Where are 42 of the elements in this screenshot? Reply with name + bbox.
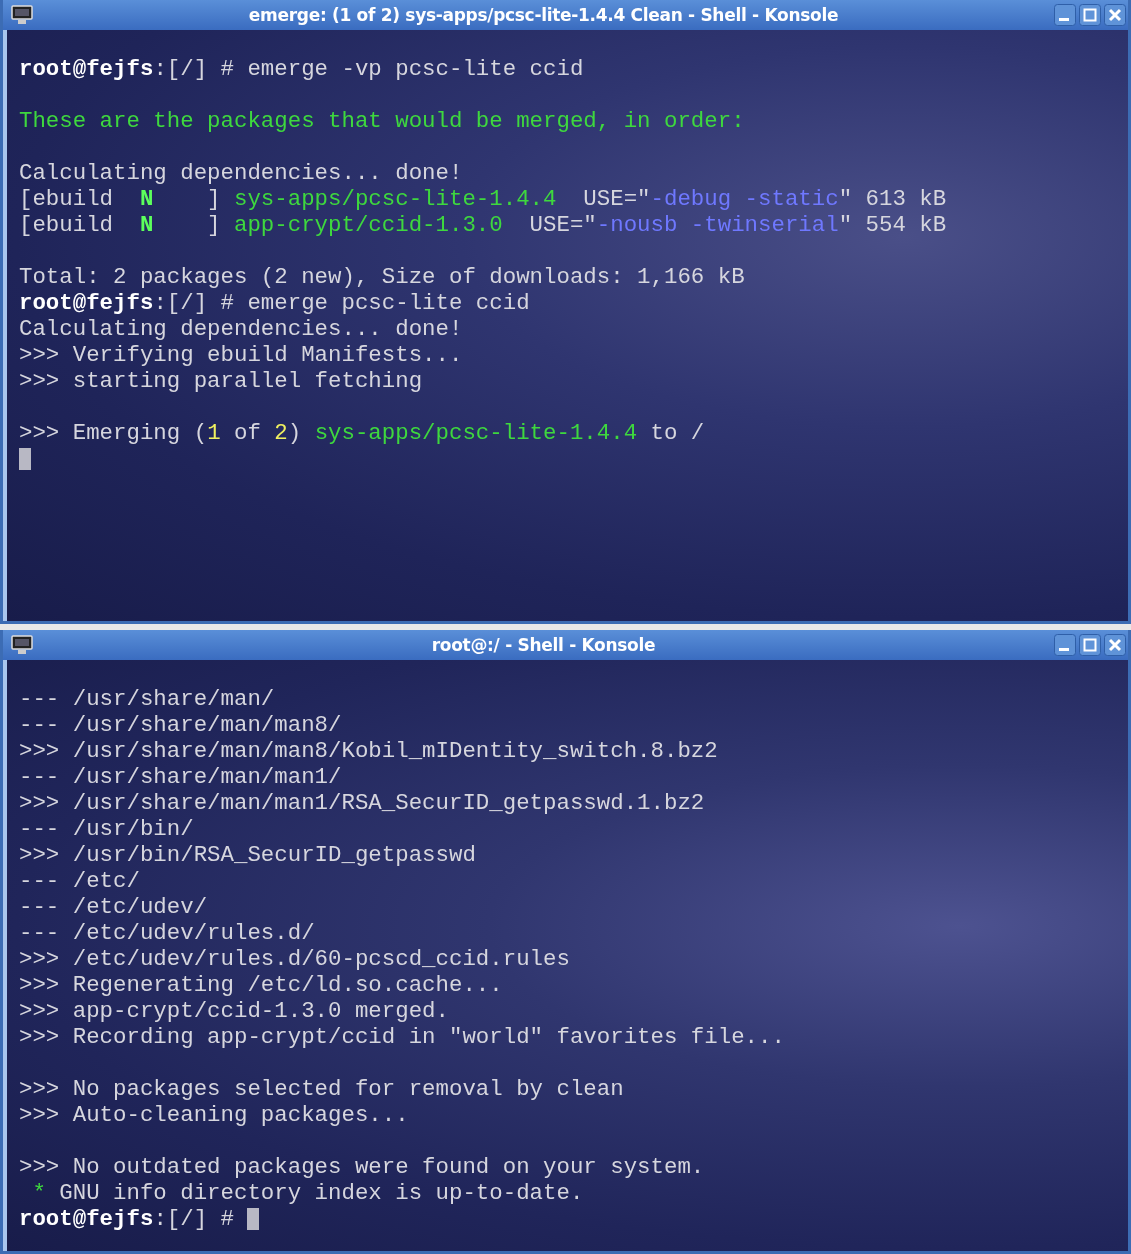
terminal-line: --- /usr/share/man/man8/ [19, 712, 342, 738]
terminal-line: >>> Auto-cleaning packages... [19, 1102, 409, 1128]
terminal-line: >>> /etc/udev/rules.d/60-pcscd_ccid.rules [19, 946, 570, 972]
terminal-line: >>> Emerging (1 of 2) sys-apps/pcsc-lite-1.4.4 to / [19, 420, 705, 446]
maximize-icon[interactable] [1079, 634, 1101, 656]
terminal-line: --- /usr/share/man/man1/ [19, 764, 342, 790]
terminal-line: root@fejfs:[/] # emerge pcsc-lite ccid [19, 290, 530, 316]
terminal-line: --- /usr/bin/ [19, 816, 194, 842]
terminal-line: >>> app-crypt/ccid-1.3.0 merged. [19, 998, 449, 1024]
terminal-line: root@fejfs:[/] # [19, 1206, 234, 1232]
window-title: emerge: (1 of 2) sys-apps/pcsc-lite-1.4.4 Clean - Shell - Konsole [247, 5, 840, 25]
terminal-line: --- /etc/udev/rules.d/ [19, 920, 315, 946]
terminal-line: >>> /usr/bin/RSA_SecurID_getpasswd [19, 842, 476, 868]
terminal-line: --- /usr/share/man/ [19, 686, 275, 712]
minimize-icon[interactable] [1054, 4, 1076, 26]
terminal-line: >>> Verifying ebuild Manifests... [19, 342, 463, 368]
terminal-line: >>> Regenerating /etc/ld.so.cache... [19, 972, 503, 998]
monitor-icon[interactable] [11, 635, 33, 655]
maximize-icon[interactable] [1079, 4, 1101, 26]
text-cursor [247, 1208, 260, 1230]
text-cursor [19, 448, 31, 470]
window-title: root@:/ - Shell - Konsole [430, 635, 657, 655]
close-icon[interactable] [1104, 634, 1126, 656]
terminal-line: These are the packages that would be merged, in order: [19, 108, 745, 134]
terminal-line: [ebuild N ] app-crypt/ccid-1.3.0 USE="-nousb -twinserial" 554 kB [19, 212, 947, 238]
terminal-line: Calculating dependencies... done! [19, 316, 463, 342]
terminal-line: >>> Recording app-crypt/ccid in "world" favorites file... [19, 1024, 785, 1050]
terminal-line: root@fejfs:[/] # emerge -vp pcsc-lite ccid [19, 56, 584, 82]
minimize-icon[interactable] [1054, 634, 1076, 656]
terminal-line: Total: 2 packages (2 new), Size of downloads: 1,166 kB [19, 264, 745, 290]
terminal-line: >>> /usr/share/man/man8/Kobil_mIDentity_switch.8.bz2 [19, 738, 718, 764]
terminal-line: >>> No outdated packages were found on your system. [19, 1154, 705, 1180]
terminal-line: --- /etc/udev/ [19, 894, 208, 920]
monitor-icon[interactable] [11, 5, 33, 25]
terminal-line: [ebuild N ] sys-apps/pcsc-lite-1.4.4 USE="-debug -static" 613 kB [19, 186, 947, 212]
close-icon[interactable] [1104, 4, 1126, 26]
terminal-line: >>> No packages selected for removal by clean [19, 1076, 624, 1102]
terminal-line: >>> /usr/share/man/man1/RSA_SecurID_getpasswd.1.bz2 [19, 790, 705, 816]
terminal-line: * GNU info directory index is up-to-date. [32, 1180, 584, 1206]
terminal-line: >>> starting parallel fetching [19, 368, 423, 394]
terminal-line: --- /etc/ [19, 868, 140, 894]
terminal-line: Calculating dependencies... done! [19, 160, 463, 186]
